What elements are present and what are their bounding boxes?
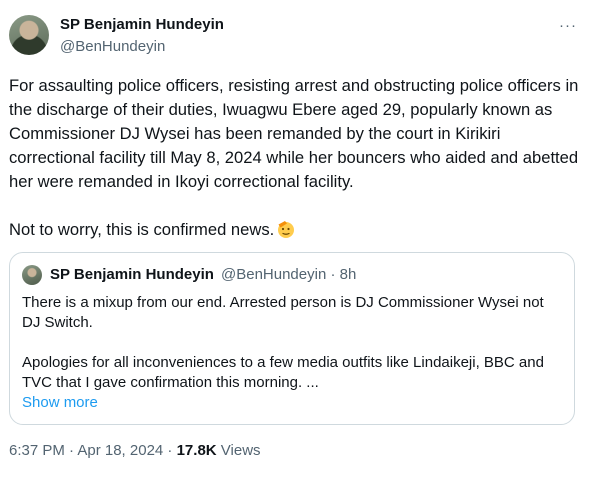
quoted-tweet[interactable]: SP Benjamin Hundeyin @BenHundeyin · 8h T… <box>9 252 575 425</box>
saluting-face-icon <box>278 221 295 238</box>
author-handle[interactable]: @BenHundeyin <box>60 38 165 55</box>
quoted-author-avatar <box>22 265 42 285</box>
tweet-footer: 6:37 PM · Apr 18, 2024 · 17.8K Views <box>9 442 261 459</box>
quoted-tweet-body: There is a mixup from our end. Arrested … <box>22 293 562 413</box>
tweet-body: For assaulting police officers, resistin… <box>9 74 581 242</box>
quoted-author-name: SP Benjamin Hundeyin <box>50 266 214 283</box>
quoted-paragraph: Apologies for all inconveniences to a fe… <box>22 354 544 391</box>
tweet-timestamp[interactable]: 6:37 PM · Apr 18, 2024 · <box>9 442 177 459</box>
view-count: 17.8K <box>176 442 217 459</box>
author-name[interactable]: SP Benjamin Hundeyin <box>60 16 224 33</box>
show-more-link[interactable]: Show more <box>22 393 562 413</box>
quoted-author-meta: @BenHundeyin · 8h <box>221 266 357 283</box>
tweet-paragraph: Not to worry, this is confirmed news. <box>9 218 581 242</box>
tweet-paragraph-text: Not to worry, this is confirmed news. <box>9 220 275 239</box>
quoted-paragraph: There is a mixup from our end. Arrested … <box>22 294 544 331</box>
more-options-icon[interactable]: ··· <box>559 17 577 34</box>
views-label: Views <box>216 442 261 459</box>
tweet-header: SP Benjamin Hundeyin @BenHundeyin ··· <box>9 15 581 59</box>
author-avatar[interactable] <box>9 15 49 55</box>
tweet-paragraph: For assaulting police officers, resistin… <box>9 76 579 191</box>
